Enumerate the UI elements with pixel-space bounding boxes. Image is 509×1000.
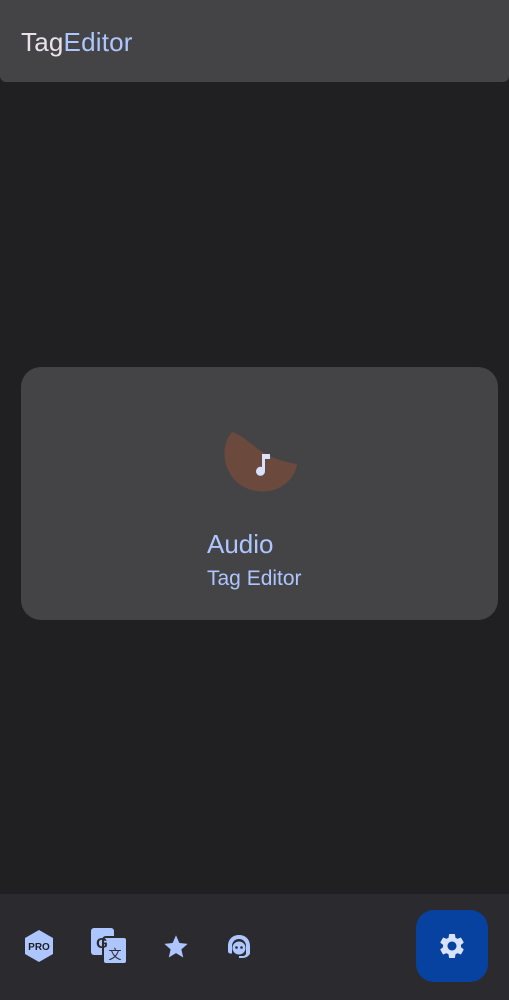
star-icon[interactable] xyxy=(161,932,191,962)
app-title-part2: Editor xyxy=(63,27,133,57)
card-title: Audio xyxy=(207,529,274,559)
top-app-bar: TagEditor xyxy=(0,0,509,82)
support-agent-shape xyxy=(228,935,250,958)
svg-text:G: G xyxy=(96,935,108,952)
settings-gear-icon xyxy=(440,934,464,958)
support-agent-icon[interactable] xyxy=(222,930,256,964)
pro-badge-label: PRO xyxy=(28,942,50,953)
pro-badge-icon[interactable]: PRO xyxy=(22,928,56,964)
card-subtitle: Tag Editor xyxy=(207,567,302,590)
music-note-icon xyxy=(224,432,297,492)
settings-button[interactable] xyxy=(416,910,488,982)
star-shape xyxy=(164,935,188,958)
app-title-part1: Tag xyxy=(21,27,64,57)
translate-shape: G 文 xyxy=(91,928,128,965)
pro-hexagon-shape: PRO xyxy=(25,930,53,962)
screen: TagEditor Audio Tag Editor PRO G 文 xyxy=(0,0,509,1000)
svg-text:文: 文 xyxy=(108,948,121,963)
app-title: TagEditor xyxy=(21,26,133,58)
translate-icon[interactable]: G 文 xyxy=(89,926,129,966)
